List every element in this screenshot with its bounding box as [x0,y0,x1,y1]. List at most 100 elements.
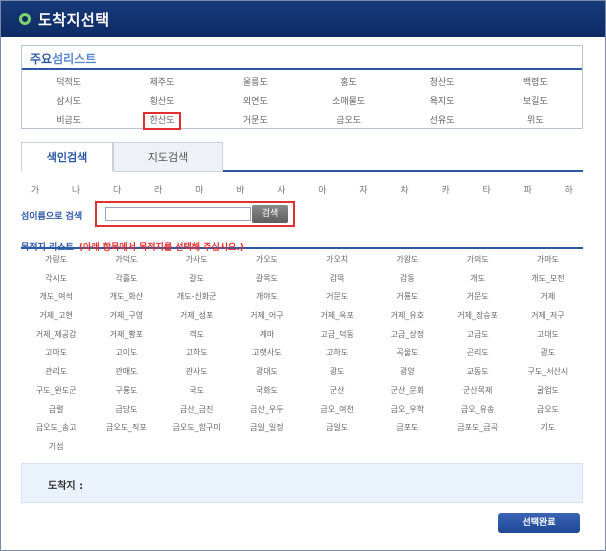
island-item[interactable]: 횡산도 [115,93,208,111]
destination-item[interactable]: 각시도 [21,270,91,289]
destination-item[interactable]: 가마도 [513,251,583,270]
consonant-filter-item[interactable]: 타 [473,183,501,196]
destination-item[interactable]: 거제_유호 [372,307,442,326]
consonant-filter-item[interactable]: 차 [391,183,419,196]
destination-item[interactable]: 거제_옥포 [302,307,372,326]
destination-item[interactable]: 거제_황포 [91,326,161,345]
destination-item[interactable]: 광도 [513,344,583,363]
destination-item[interactable]: 금일_일정 [232,419,302,438]
island-item[interactable]: 금오도 [302,112,395,130]
destination-item[interactable]: 개도 [443,270,513,289]
island-item[interactable]: 거문도 [209,112,302,130]
destination-item[interactable]: 갈도 [162,270,232,289]
destination-item[interactable]: 거룡도 [372,288,442,307]
island-item[interactable]: 선유도 [395,112,488,130]
destination-item[interactable]: 구도_완도군 [21,382,91,401]
destination-item[interactable]: 금포도 [372,419,442,438]
consonant-filter-item[interactable]: 카 [432,183,460,196]
destination-item[interactable]: 관매도 [91,363,161,382]
island-item[interactable]: 덕적도 [22,74,115,92]
destination-item[interactable]: 고이도 [91,344,161,363]
destination-item[interactable]: 가의도 [443,251,513,270]
destination-item[interactable]: 군산_문회 [372,382,442,401]
destination-item[interactable]: 금오도_직포 [91,419,161,438]
consonant-filter-item[interactable]: 자 [350,183,378,196]
destination-item[interactable]: 관사도 [162,363,232,382]
destination-item[interactable]: 감목 [302,270,372,289]
destination-item[interactable]: 고하도 [302,344,372,363]
destination-item[interactable]: 가사도 [162,251,232,270]
destination-item[interactable]: 거문도 [443,288,513,307]
destination-item[interactable]: 곤리도 [443,344,513,363]
island-item[interactable]: 비금도 [22,112,115,130]
destination-item[interactable]: 각흘도 [91,270,161,289]
consonant-filter-item[interactable]: 나 [62,183,90,196]
destination-item[interactable]: 가랑도 [21,251,91,270]
tab-index-search[interactable]: 색인검색 [21,142,113,172]
destination-item[interactable]: 광대도 [232,363,302,382]
destination-item[interactable]: 갈목도 [232,270,302,289]
destination-item[interactable]: 거제_저구 [513,307,583,326]
destination-item[interactable]: 거문도 [302,288,372,307]
destination-item[interactable]: 구룡도 [91,382,161,401]
destination-item[interactable]: 곡울도 [372,344,442,363]
island-item[interactable]: 소매물도 [302,93,395,111]
consonant-filter-item[interactable]: 다 [103,183,131,196]
consonant-filter-item[interactable]: 가 [21,183,49,196]
destination-item[interactable]: 거제 [513,288,583,307]
consonant-filter-item[interactable]: 바 [226,183,254,196]
destination-item[interactable]: 감동 [372,270,442,289]
destination-item[interactable]: 거제_성포 [162,307,232,326]
destination-item[interactable]: 객도 [162,326,232,345]
destination-item[interactable]: 광양 [372,363,442,382]
destination-item[interactable]: 금렬 [21,401,91,420]
destination-item[interactable]: 고금_상정 [372,326,442,345]
destination-item[interactable]: 가오치 [302,251,372,270]
island-name-search-input[interactable] [105,207,251,221]
destination-item[interactable]: 구도_서산시 [513,363,583,382]
destination-item[interactable]: 금산_우두 [232,401,302,420]
destination-item[interactable]: 거제_고현 [21,307,91,326]
destination-item[interactable]: 고금도 [443,326,513,345]
destination-item[interactable]: 금오_여천 [302,401,372,420]
destination-item[interactable]: 금오도_함구미 [162,419,232,438]
destination-item[interactable]: 가왕도 [372,251,442,270]
destination-item[interactable]: 고대도 [513,326,583,345]
destination-item[interactable]: 개야도 [232,288,302,307]
destination-item[interactable]: 고하도 [162,344,232,363]
destination-item[interactable]: 개도_화산 [91,288,161,307]
island-item[interactable]: 청산도 [395,74,488,92]
consonant-filter-item[interactable]: 마 [185,183,213,196]
consonant-filter-item[interactable]: 사 [267,183,295,196]
destination-item[interactable]: 관리도 [21,363,91,382]
destination-item[interactable]: 군산목제 [443,382,513,401]
destination-item[interactable]: 군산 [302,382,372,401]
consonant-filter-item[interactable]: 파 [514,183,542,196]
destination-item[interactable]: 거제_구영 [91,307,161,326]
destination-item[interactable]: 가덕도 [91,251,161,270]
destination-item[interactable]: 가오도 [232,251,302,270]
destination-item[interactable]: 국화도 [232,382,302,401]
destination-item[interactable]: 교동도 [443,363,513,382]
destination-item[interactable]: 금오_우학 [372,401,442,420]
destination-item[interactable]: 개도_모전 [513,270,583,289]
consonant-filter-item[interactable]: 아 [308,183,336,196]
destination-item[interactable]: 굴업도 [513,382,583,401]
destination-item[interactable]: 금오도_송고 [21,419,91,438]
destination-item[interactable]: 금포도_금곡 [443,419,513,438]
destination-item[interactable]: 금일도 [302,419,372,438]
island-item[interactable]: 한산도 [115,112,208,130]
consonant-filter-item[interactable]: 라 [144,183,172,196]
destination-item[interactable]: 계마 [232,326,302,345]
island-item[interactable]: 위도 [489,112,582,130]
destination-item[interactable]: 거제_어구 [232,307,302,326]
destination-item[interactable]: 거제_제공감 [21,326,91,345]
destination-item[interactable]: 광도 [302,363,372,382]
destination-item[interactable]: 금산_금진 [162,401,232,420]
destination-item[interactable]: 금당도 [91,401,161,420]
search-button[interactable]: 검색 [252,205,288,223]
confirm-selection-button[interactable]: 선택완료 [498,513,580,533]
island-item[interactable]: 제주도 [115,74,208,92]
island-item[interactable]: 보길도 [489,93,582,111]
destination-item[interactable]: 금오_유송 [443,401,513,420]
